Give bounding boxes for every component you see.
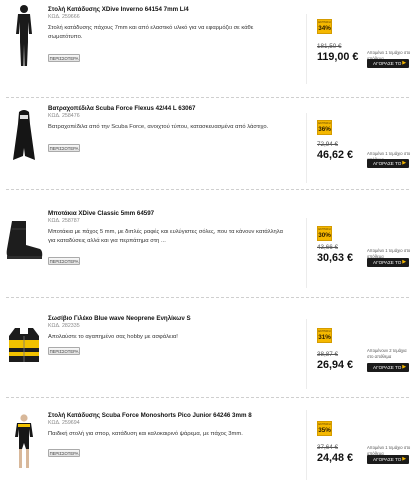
price-box: ΕΚΠΤΩΣΗ 34% 181,50 € 119,00 € Απομένει 1… [306, 14, 415, 84]
arrow-right-icon: ▶ [402, 457, 406, 462]
old-price: 181,50 € [317, 43, 342, 50]
discount-badge: ΕΚΠΤΩΣΗ 36% [317, 120, 332, 135]
product-card: Στολή Κατάδυσης XDive Inverno 64154 7mm … [0, 0, 415, 97]
product-image[interactable] [2, 206, 46, 276]
buy-button[interactable]: ΑΓΟΡΑΣΕ ΤΟ ▶ [367, 363, 409, 372]
badge-label: ΕΚΠΤΩΣΗ [318, 329, 331, 333]
more-button[interactable]: ΠΕΡΙΣΣΟΤΕΡΑ [48, 347, 80, 355]
discount-percent: 34% [318, 24, 331, 32]
new-price: 24,48 € [317, 452, 354, 464]
product-title[interactable]: Βατραχοπέδιλα Scuba Force Flexus 42/44 L… [48, 105, 298, 112]
new-price: 46,62 € [317, 149, 354, 161]
diving-fin-icon [13, 110, 35, 160]
more-button[interactable]: ΠΕΡΙΣΣΟΤΕΡΑ [48, 54, 80, 62]
price-box: ΕΚΠΤΩΣΗ 35% 37,64 € 24,48 € Απομένει 1 τ… [306, 410, 415, 480]
shorty-wetsuit-icon [15, 414, 33, 468]
product-description: Βατραχοπέδιλα από την Scuba Force, ανοιχ… [48, 124, 269, 130]
product-description: Στολή κατάδυσης πάχους 7mm και από ελαστ… [48, 25, 254, 40]
discount-percent: 31% [318, 333, 331, 341]
divider [6, 97, 409, 98]
buy-label: ΑΓΟΡΑΣΕ ΤΟ [373, 161, 402, 166]
product-code: ΚΩΔ. 259666 [48, 14, 80, 20]
buy-label: ΑΓΟΡΑΣΕ ΤΟ [373, 457, 402, 462]
life-vest-icon [9, 328, 39, 362]
new-price: 119,00 € [317, 51, 359, 63]
arrow-right-icon: ▶ [402, 61, 406, 66]
product-image[interactable] [2, 101, 46, 171]
buy-button[interactable]: ΑΓΟΡΑΣΕ ΤΟ ▶ [367, 59, 409, 68]
badge-label: ΕΚΠΤΩΣΗ [318, 20, 331, 24]
old-price: 37,64 € [317, 444, 339, 451]
dive-boot-icon [6, 221, 43, 259]
discount-percent: 35% [318, 426, 331, 434]
buy-button[interactable]: ΑΓΟΡΑΣΕ ΤΟ ▶ [367, 159, 409, 168]
new-price: 30,63 € [317, 252, 354, 264]
product-title[interactable]: Σωσίβιο Γιλέκο Blue wave Neoprene Ενηλίκ… [48, 315, 298, 322]
product-code: ΚΩΔ. 282335 [48, 323, 80, 329]
product-image[interactable] [2, 2, 46, 72]
more-button[interactable]: ΠΕΡΙΣΣΟΤΕΡΑ [48, 144, 80, 152]
product-description: Απολαύστε το αγαπημένο σας hobby με ασφά… [48, 334, 178, 340]
product-description: Παιδική στολή για σπορ, κατάδυση και καλ… [48, 431, 243, 437]
more-button[interactable]: ΠΕΡΙΣΣΟΤΕΡΑ [48, 257, 80, 265]
product-image[interactable] [2, 311, 46, 381]
buy-label: ΑΓΟΡΑΣΕ ΤΟ [373, 365, 402, 370]
buy-button[interactable]: ΑΓΟΡΑΣΕ ΤΟ ▶ [367, 455, 409, 464]
product-code: ΚΩΔ. 259694 [48, 420, 80, 426]
product-title[interactable]: Μποτάκια XDive Classic 5mm 64597 [48, 210, 298, 217]
product-title[interactable]: Στολή Κατάδυσης Scuba Force Monoshorts P… [48, 412, 298, 419]
discount-badge: ΕΚΠΤΩΣΗ 35% [317, 421, 332, 436]
old-price: 38,87 € [317, 351, 339, 358]
badge-label: ΕΚΠΤΩΣΗ [318, 227, 331, 231]
divider [6, 297, 409, 298]
discount-badge: ΕΚΠΤΩΣΗ 31% [317, 328, 332, 343]
product-title[interactable]: Στολή Κατάδυσης XDive Inverno 64154 7mm … [48, 6, 298, 13]
product-card: Στολή Κατάδυσης Scuba Force Monoshorts P… [0, 406, 415, 503]
price-box: ΕΚΠΤΩΣΗ 31% 38,87 € 26,94 € Απομένουν 2 … [306, 319, 415, 389]
arrow-right-icon: ▶ [402, 161, 406, 166]
product-description: Μποτάκια με πάχος 5 mm, με διπλές ραφές … [48, 229, 283, 244]
divider [6, 397, 409, 398]
product-card: Σωσίβιο Γιλέκο Blue wave Neoprene Ενηλίκ… [0, 309, 415, 406]
badge-label: ΕΚΠΤΩΣΗ [318, 121, 331, 125]
availability-text: Απομένουν 2 τεμάχια στο απόθεμα [367, 348, 407, 359]
arrow-right-icon: ▶ [402, 260, 406, 265]
wetsuit-full-icon [16, 5, 32, 66]
arrow-right-icon: ▶ [402, 365, 406, 370]
discount-badge: ΕΚΠΤΩΣΗ 30% [317, 226, 332, 241]
price-box: ΕΚΠΤΩΣΗ 30% 43,66 € 30,63 € Απομένει 1 τ… [306, 218, 415, 288]
product-code: ΚΩΔ. 258787 [48, 218, 80, 224]
buy-button[interactable]: ΑΓΟΡΑΣΕ ΤΟ ▶ [367, 258, 409, 267]
divider [6, 189, 409, 190]
badge-label: ΕΚΠΤΩΣΗ [318, 422, 331, 426]
product-image[interactable] [2, 408, 46, 478]
product-card: Βατραχοπέδιλα Scuba Force Flexus 42/44 L… [0, 99, 415, 196]
old-price: 72,94 € [317, 141, 339, 148]
product-code: ΚΩΔ. 258476 [48, 113, 80, 119]
discount-percent: 36% [318, 125, 331, 133]
more-button[interactable]: ΠΕΡΙΣΣΟΤΕΡΑ [48, 449, 80, 457]
discount-percent: 30% [318, 231, 331, 239]
product-card: Μποτάκια XDive Classic 5mm 64597 ΚΩΔ. 25… [0, 204, 415, 301]
discount-badge: ΕΚΠΤΩΣΗ 34% [317, 19, 332, 34]
buy-label: ΑΓΟΡΑΣΕ ΤΟ [373, 260, 402, 265]
price-box: ΕΚΠΤΩΣΗ 36% 72,94 € 46,62 € Απομένει 1 τ… [306, 113, 415, 183]
old-price: 43,66 € [317, 244, 339, 251]
new-price: 26,94 € [317, 359, 354, 371]
buy-label: ΑΓΟΡΑΣΕ ΤΟ [373, 61, 402, 66]
